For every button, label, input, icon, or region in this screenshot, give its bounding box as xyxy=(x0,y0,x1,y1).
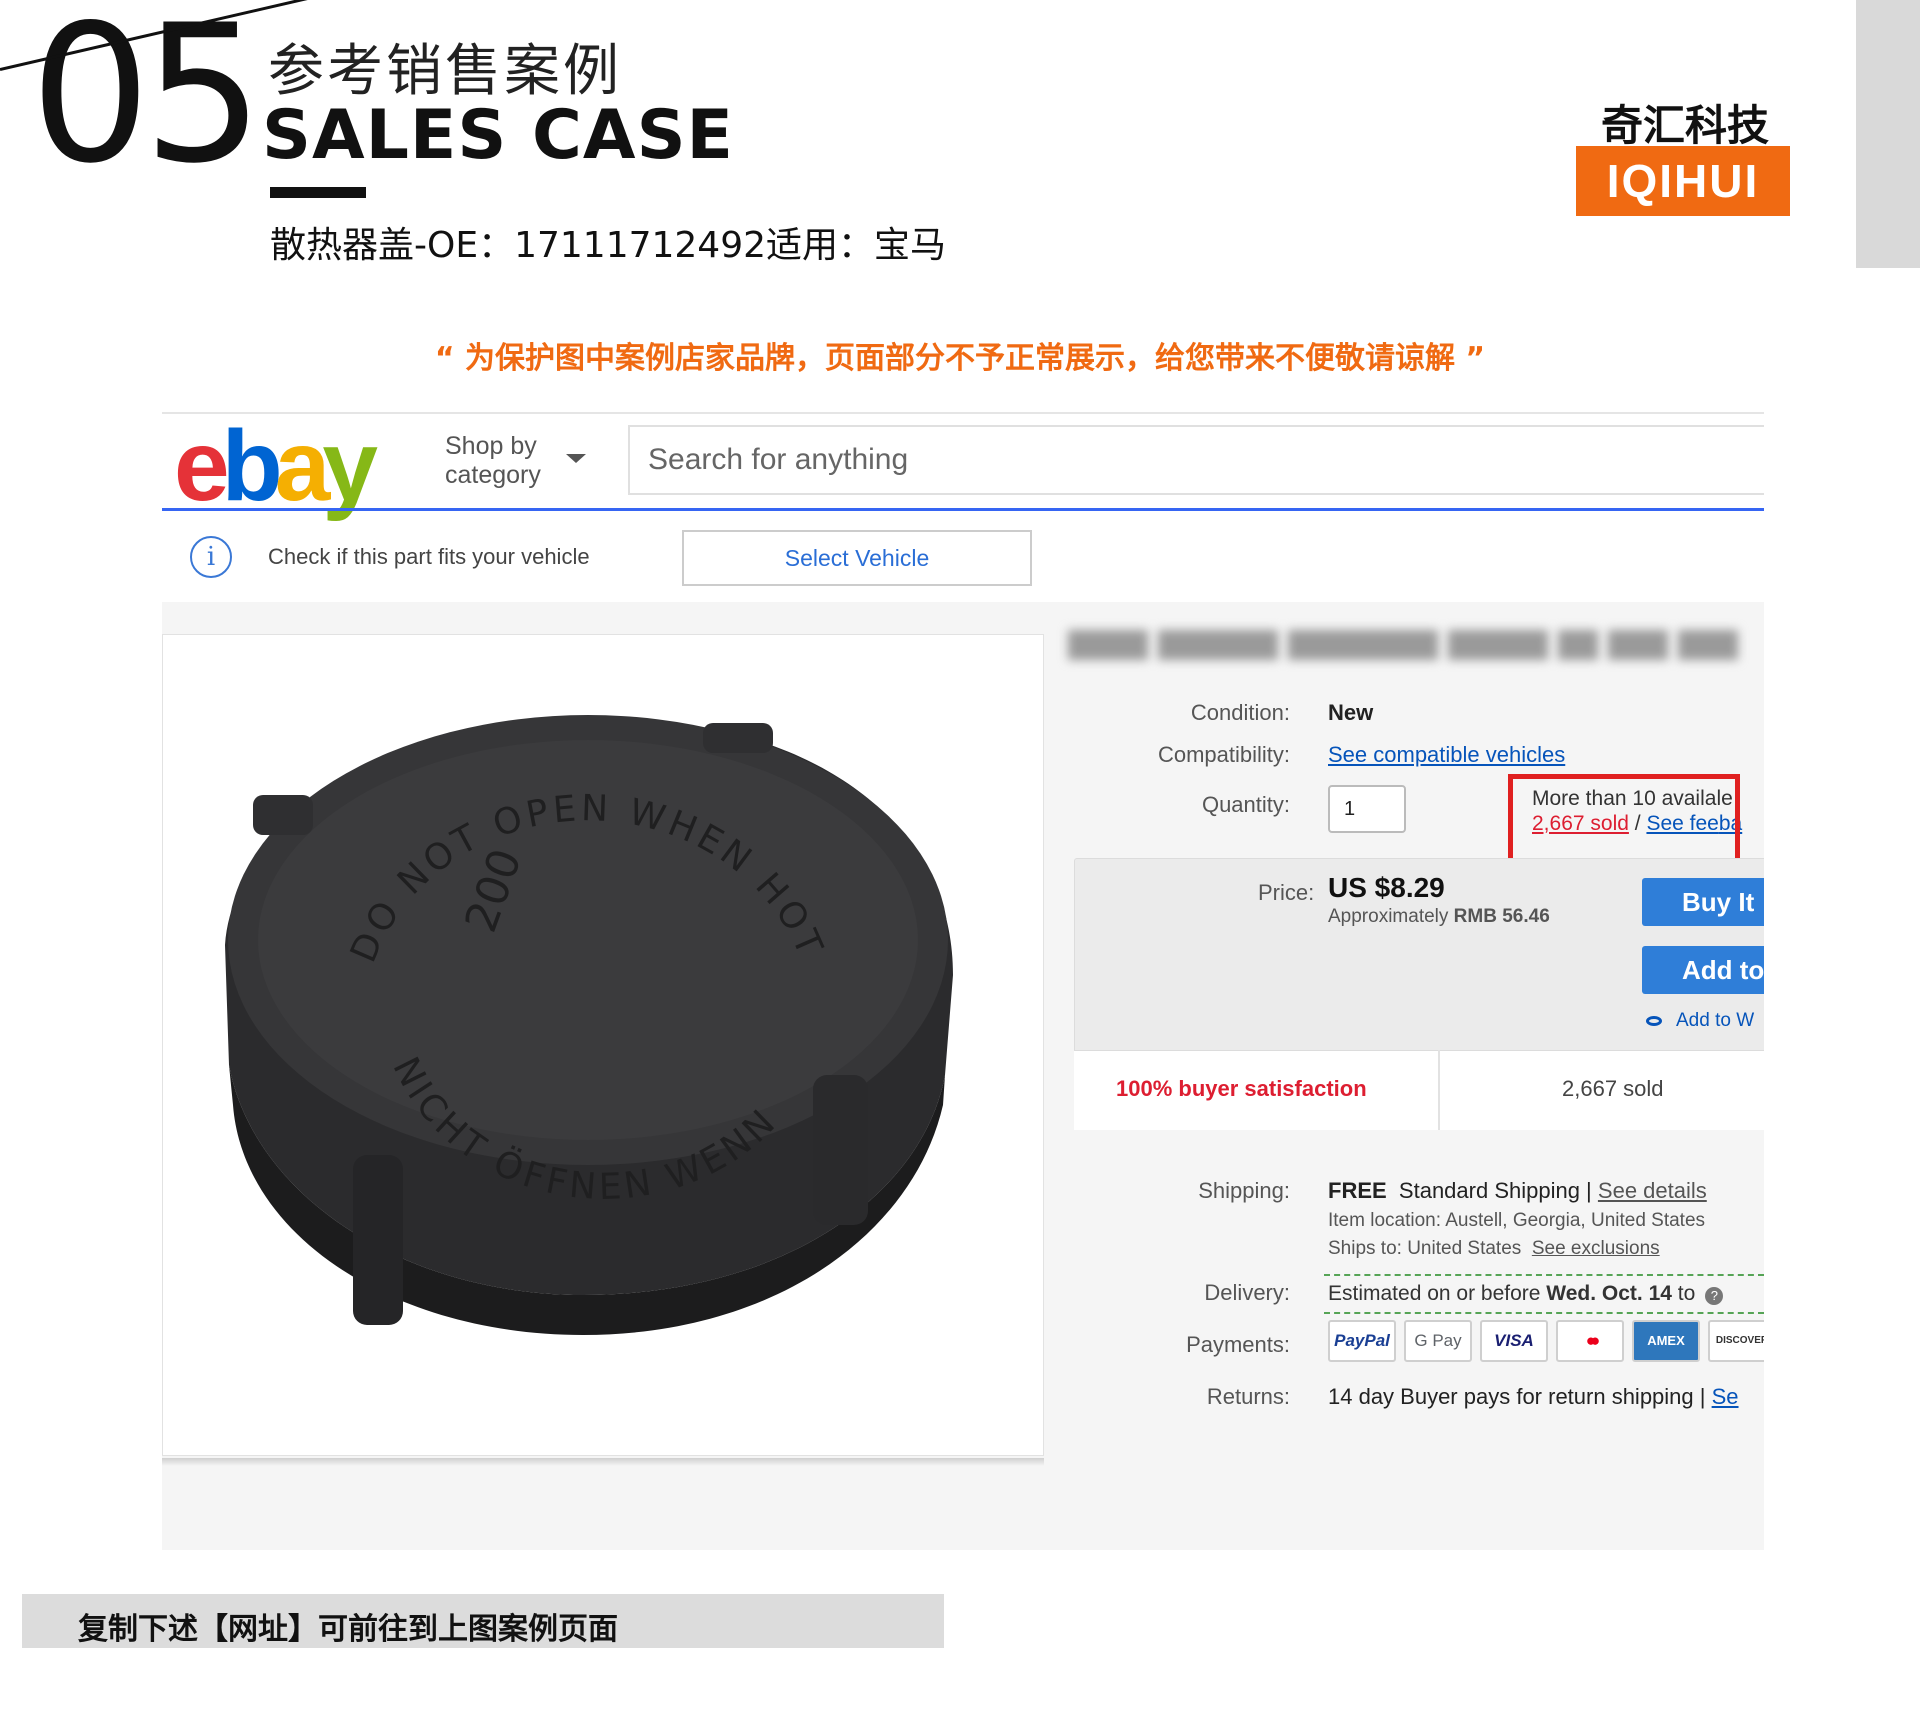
shipping-details-link[interactable]: See details xyxy=(1598,1178,1707,1203)
ships-to: Ships to: United States See exclusions xyxy=(1328,1238,1660,1259)
privacy-notice: “ 为保护图中案例店家品牌，页面部分不予正常展示，给您带来不便敬请谅解 ” xyxy=(434,341,1486,376)
search-input[interactable]: Search for anything xyxy=(628,425,1764,495)
price-label: Price: xyxy=(1258,880,1315,905)
payments-label: Payments: xyxy=(1186,1332,1290,1357)
visa-icon: VISA xyxy=(1480,1320,1548,1362)
section-title-en: SALES CASE xyxy=(262,96,734,175)
discover-icon: DISCOVER xyxy=(1708,1320,1764,1362)
header-divider xyxy=(162,508,1764,511)
ebay-logo[interactable]: ebay xyxy=(174,416,378,516)
quantity-input[interactable]: 1 xyxy=(1328,785,1406,833)
eye-icon xyxy=(1646,1015,1662,1026)
condition-value: New xyxy=(1328,700,1374,725)
returns-policy: 14 day Buyer pays for return shipping | … xyxy=(1328,1384,1739,1409)
product-subtitle: 散热器盖-OE：17111712492适用：宝马 xyxy=(270,225,947,266)
quantity-label: Quantity: xyxy=(1201,792,1290,817)
shop-by-category-button[interactable]: Shop by category xyxy=(445,432,541,490)
returns-link[interactable]: Se xyxy=(1712,1384,1739,1409)
section-title-cn: 参考销售案例 xyxy=(268,39,622,104)
delivery-label: Delivery: xyxy=(1204,1280,1290,1305)
chevron-down-icon[interactable] xyxy=(566,454,586,463)
add-to-watchlist-link[interactable]: Add to W xyxy=(1646,1010,1754,1032)
mastercard-icon: ●● xyxy=(1556,1320,1624,1362)
payment-methods: PayPal G Pay VISA ●● AMEX DISCOVER xyxy=(1328,1320,1764,1362)
shipping-label: Shipping: xyxy=(1198,1178,1290,1203)
section-number: 05 xyxy=(30,0,264,205)
blurred-listing-title xyxy=(1068,630,1764,680)
compatibility-label: Compatibility: xyxy=(1157,742,1290,767)
sold-count: 2,667 sold xyxy=(1562,1076,1664,1101)
fitment-prompt: Check if this part fits your vehicle xyxy=(268,544,590,569)
buyer-satisfaction: 100% buyer satisfaction xyxy=(1116,1076,1367,1101)
amex-icon: AMEX xyxy=(1632,1320,1700,1362)
copy-hint-text: 复制下述【网址】可前往到上图案例页面 xyxy=(78,1612,618,1647)
help-icon[interactable]: ? xyxy=(1705,1287,1724,1305)
add-to-cart-button[interactable]: Add to xyxy=(1642,946,1764,994)
price-approximate: Approximately RMB 56.46 xyxy=(1328,906,1550,927)
condition-label: Condition: xyxy=(1190,700,1290,725)
exclusions-link[interactable]: See exclusions xyxy=(1532,1238,1660,1259)
radiator-cap-illustration: DO NOT OPEN WHEN HOT NICHT ÖFFNEN WENN H… xyxy=(162,603,953,1335)
price-value: US $8.29 xyxy=(1328,872,1445,903)
delivery-estimate: Estimated on or before Wed. Oct. 14 to? xyxy=(1324,1274,1764,1314)
title-underline xyxy=(270,187,366,198)
google-pay-icon: G Pay xyxy=(1404,1320,1472,1362)
brand-logo-badge: IQIHUI xyxy=(1576,146,1790,216)
select-vehicle-button[interactable]: Select Vehicle xyxy=(682,530,1032,586)
info-icon: i xyxy=(190,536,232,578)
brand-name-cn: 奇汇科技 xyxy=(1600,101,1769,150)
side-tab xyxy=(1856,0,1920,268)
shipping-value: FREE Standard Shipping | See details xyxy=(1328,1178,1707,1203)
item-location: Item location: Austell, Georgia, United … xyxy=(1328,1210,1706,1231)
returns-label: Returns: xyxy=(1206,1384,1290,1409)
paypal-icon: PayPal xyxy=(1328,1320,1396,1362)
ebay-listing-screenshot: ebay Shop by category Search for anythin… xyxy=(162,412,1764,1550)
buy-it-now-button[interactable]: Buy It xyxy=(1642,878,1764,926)
compatible-vehicles-link[interactable]: See compatible vehicles xyxy=(1328,742,1565,768)
product-image[interactable]: DO NOT OPEN WHEN HOT NICHT ÖFFNEN WENN H… xyxy=(162,603,1044,1456)
